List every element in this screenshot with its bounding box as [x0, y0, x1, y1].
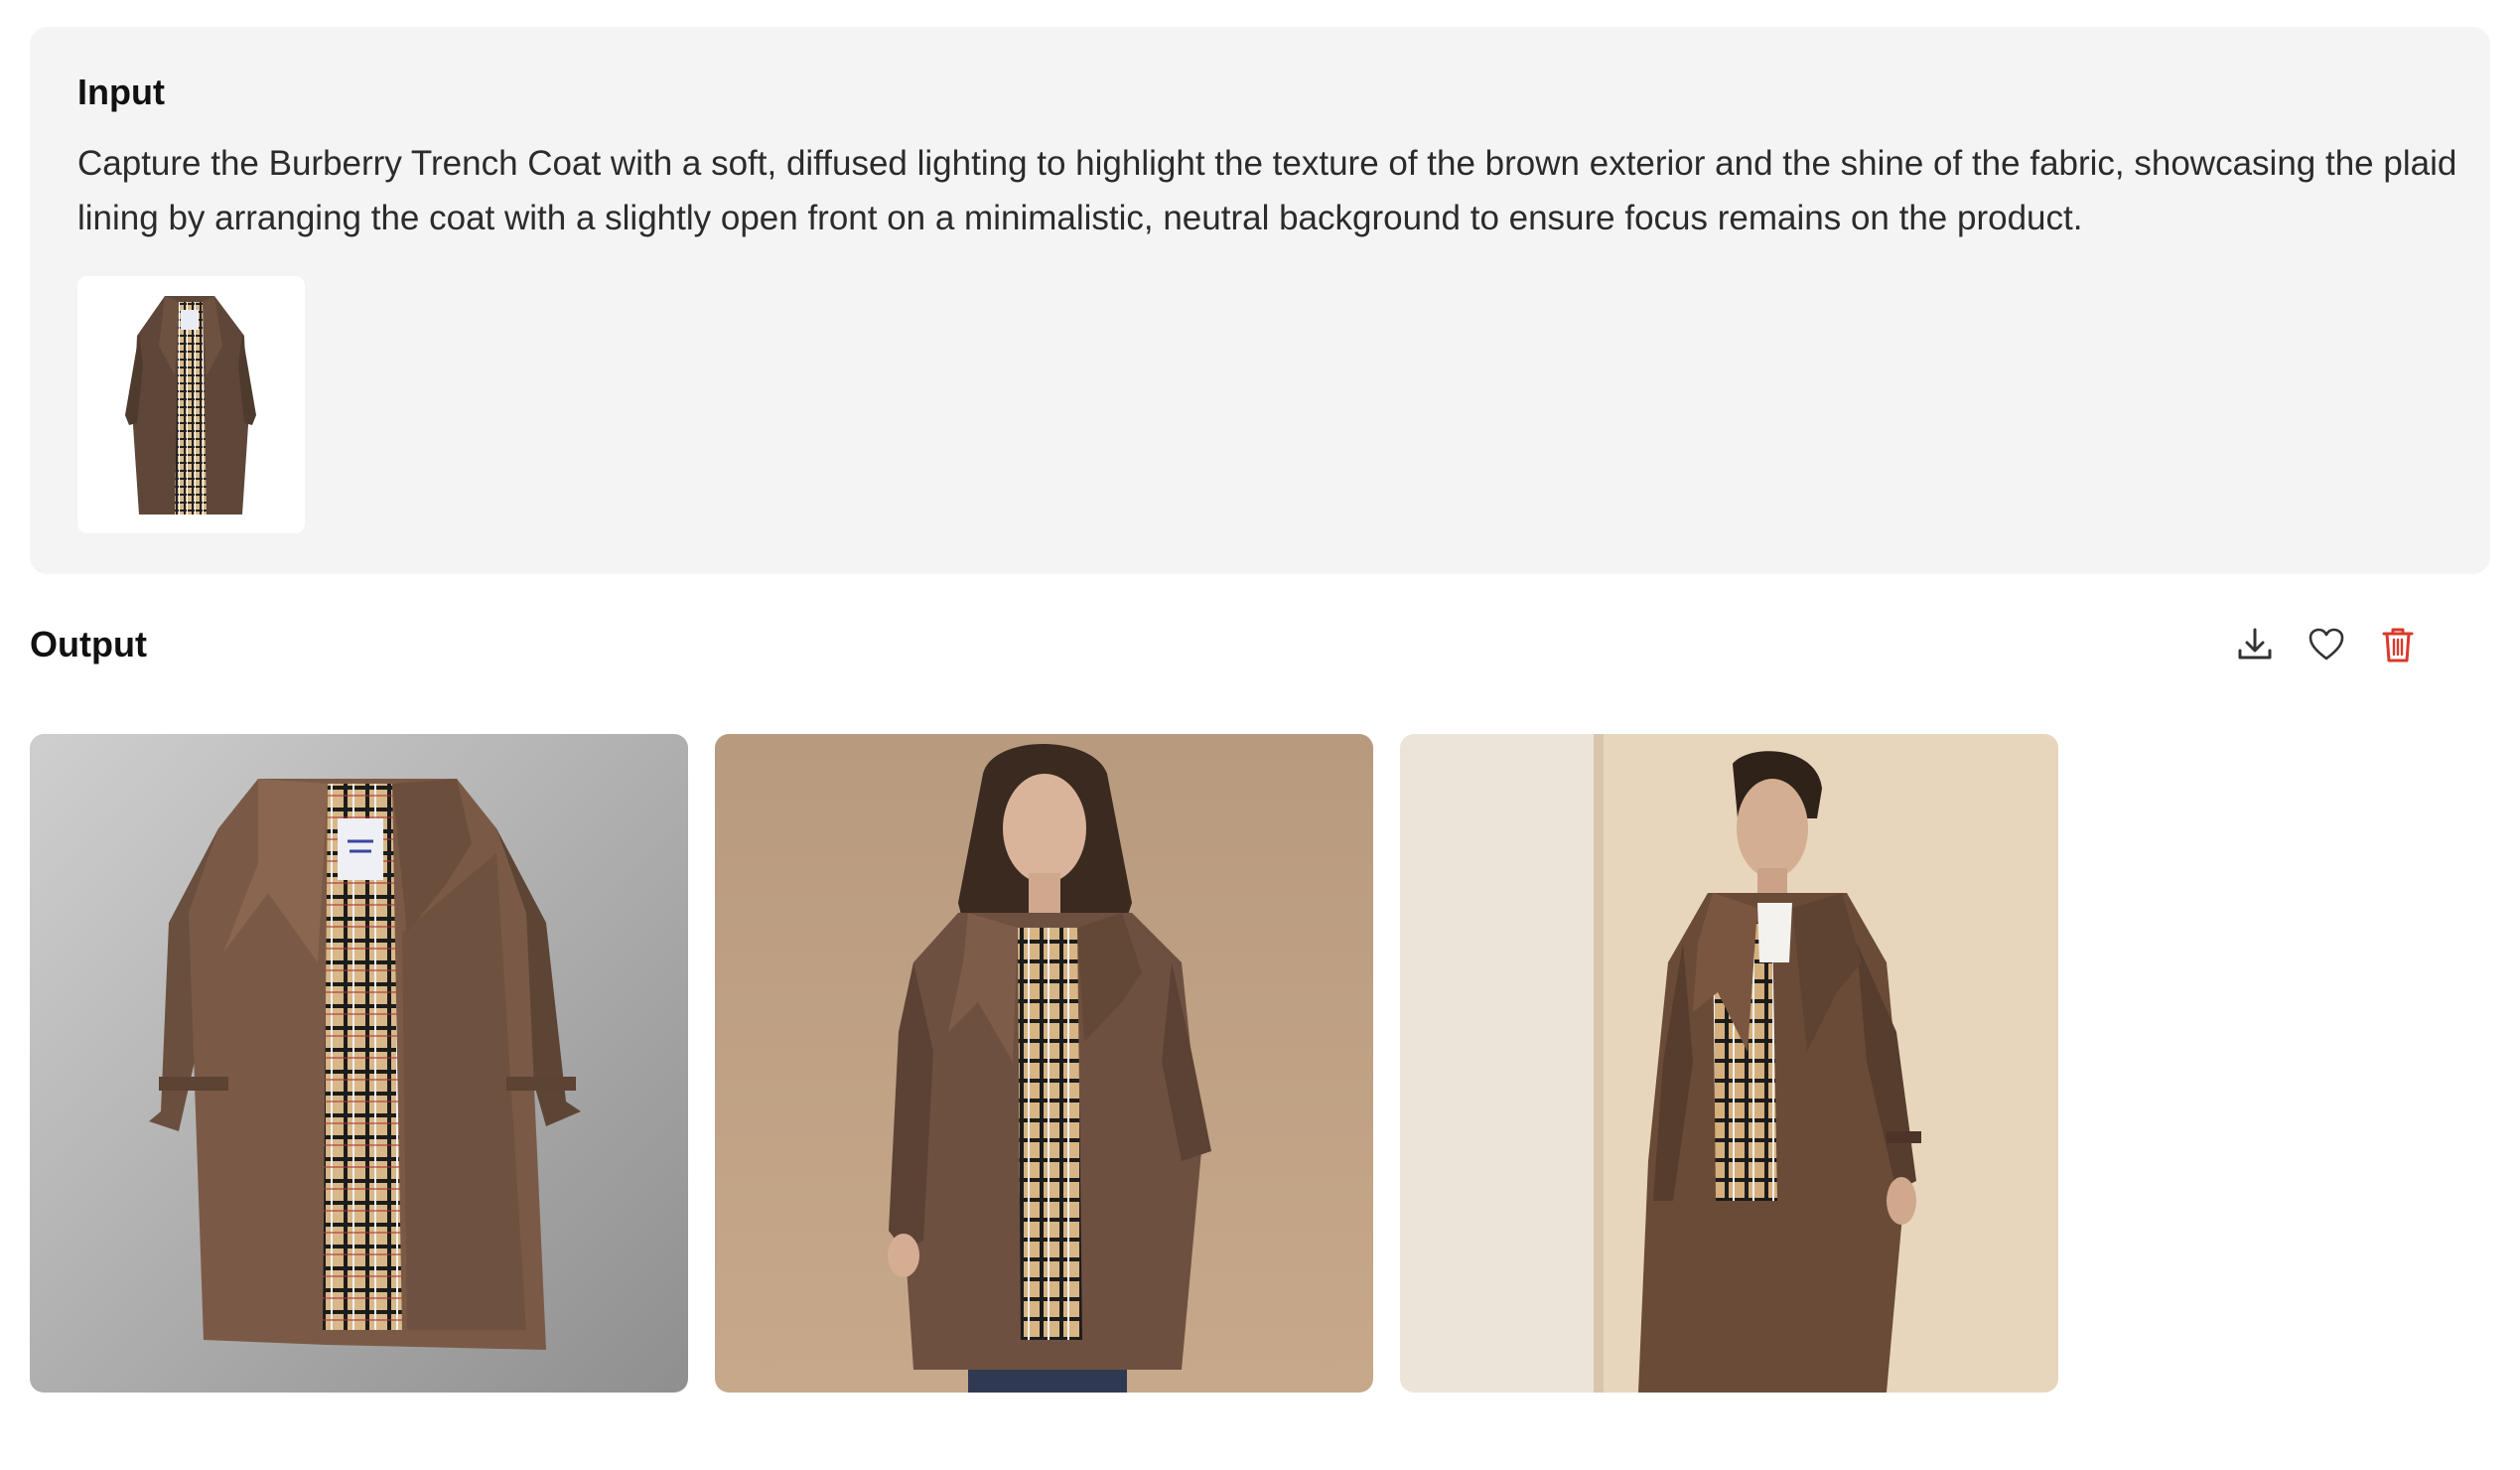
input-panel: Input Capture the Burberry Trench Coat w… [30, 27, 2490, 574]
output-title: Output [30, 624, 147, 664]
trench-coat-thumbnail-image [125, 296, 256, 514]
output-image-1[interactable] [30, 734, 688, 1393]
favorite-button[interactable] [2304, 622, 2349, 667]
download-icon [2238, 628, 2272, 660]
input-title: Input [77, 72, 165, 112]
reference-image-thumbnail[interactable] [77, 276, 305, 533]
prompt-text: Capture the Burberry Trench Coat with a … [77, 144, 2457, 237]
output-actions [2232, 622, 2421, 667]
output-image-2[interactable] [715, 734, 1373, 1393]
trench-coat-flat-lay-image [30, 734, 688, 1393]
woman-in-trench-coat-image [715, 734, 1373, 1393]
delete-button[interactable] [2375, 622, 2421, 667]
man-in-trench-coat-image [1400, 734, 2058, 1393]
trash-icon [2382, 628, 2414, 662]
heart-icon [2309, 628, 2344, 661]
output-gallery [30, 734, 2058, 1393]
download-button[interactable] [2232, 622, 2278, 667]
output-image-3[interactable] [1400, 734, 2058, 1393]
